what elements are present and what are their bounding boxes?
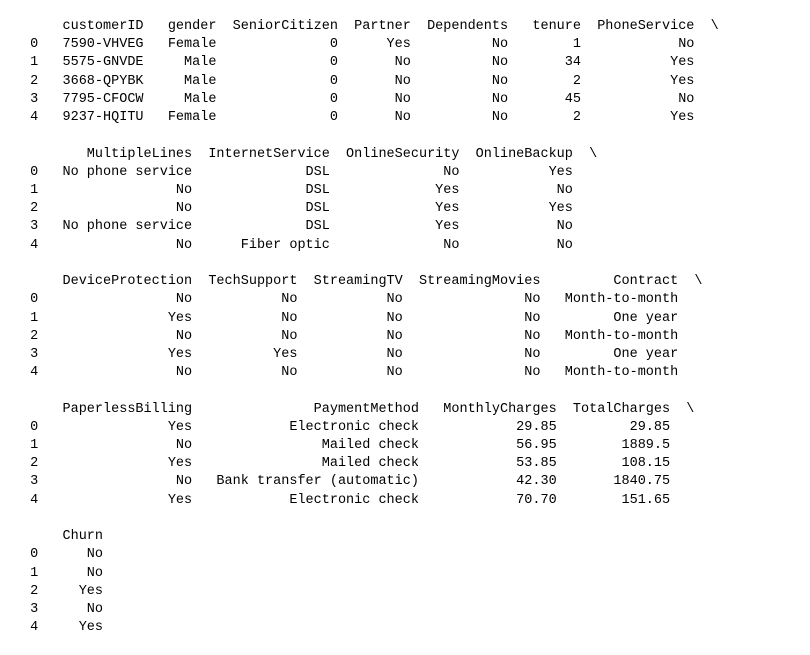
dataframe-text: customerID gender SeniorCitizen Partner … xyxy=(22,19,719,635)
dataframe-output: customerID gender SeniorCitizen Partner … xyxy=(0,0,810,655)
